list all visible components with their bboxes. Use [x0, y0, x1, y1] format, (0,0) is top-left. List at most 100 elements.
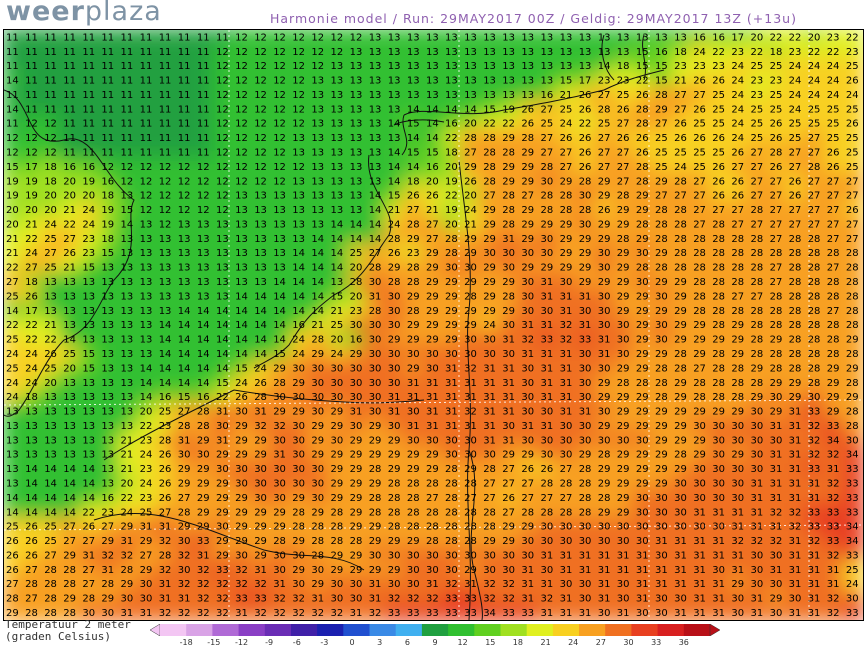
- temperature-value: 13: [82, 277, 95, 288]
- temperature-value: 11: [6, 61, 19, 72]
- temperature-value: 31: [560, 594, 573, 605]
- temperature-value: 29: [693, 407, 706, 418]
- temperature-value: 29: [560, 220, 573, 231]
- temperature-value: 25: [846, 565, 859, 576]
- temperature-value: 11: [178, 104, 191, 115]
- temperature-value: 32: [216, 608, 229, 619]
- temperature-value: 31: [655, 579, 668, 590]
- temperature-value: 27: [502, 479, 515, 490]
- temperature-value: 30: [521, 363, 534, 374]
- temperature-value: 28: [521, 507, 534, 518]
- temperature-value: 29: [350, 550, 363, 561]
- temperature-value: 29: [445, 291, 458, 302]
- temperature-value: 29: [827, 407, 840, 418]
- temperature-value: 29: [483, 205, 496, 216]
- temperature-value: 30: [751, 450, 764, 461]
- temperature-value: 28: [598, 104, 611, 115]
- temperature-value: 25: [751, 133, 764, 144]
- temperature-value: 29: [502, 536, 515, 547]
- temperature-value: 12: [331, 32, 344, 43]
- temperature-value: 31: [636, 565, 649, 576]
- temperature-value: 30: [712, 435, 725, 446]
- temperature-value: 11: [197, 32, 210, 43]
- temperature-value: 22: [445, 133, 458, 144]
- temperature-value: 12: [44, 133, 57, 144]
- temperature-value: 28: [751, 320, 764, 331]
- temperature-value: 27: [846, 191, 859, 202]
- temperature-value: 33: [426, 608, 439, 619]
- temperature-value: 29: [617, 392, 630, 403]
- temperature-value: 27: [693, 205, 706, 216]
- temperature-value: 27: [541, 148, 554, 159]
- temperature-value: 13: [6, 407, 19, 418]
- temperature-value: 29: [350, 450, 363, 461]
- temperature-value: 31: [541, 378, 554, 389]
- temperature-value: 31: [617, 550, 630, 561]
- scale-tick-label: 33: [651, 638, 662, 647]
- temperature-value: 30: [560, 277, 573, 288]
- temperature-value: 29: [502, 133, 515, 144]
- temperature-value: 13: [140, 277, 153, 288]
- temperature-value: 29: [674, 378, 687, 389]
- temperature-value: 24: [6, 378, 19, 389]
- temperature-value: 12: [101, 162, 114, 173]
- temperature-value: 30: [560, 522, 573, 533]
- temperature-value: 31: [541, 550, 554, 561]
- temperature-value: 12: [254, 32, 267, 43]
- temperature-value: 26: [159, 450, 172, 461]
- temperature-value: 14: [159, 349, 172, 360]
- temperature-value: 14: [178, 349, 191, 360]
- temperature-value: 11: [25, 90, 38, 101]
- temperature-value: 28: [674, 234, 687, 245]
- temperature-value: 12: [235, 176, 248, 187]
- temperature-value: 13: [331, 119, 344, 130]
- temperature-value: 30: [292, 363, 305, 374]
- temperature-value: 14: [6, 104, 19, 115]
- temperature-value: 29: [598, 479, 611, 490]
- temperature-value: 28: [789, 306, 802, 317]
- scale-tick-label: -12: [234, 638, 249, 647]
- temperature-value: 14: [445, 104, 458, 115]
- temperature-value: 13: [101, 335, 114, 346]
- temperature-value: 30: [311, 407, 324, 418]
- temperature-value: 24: [674, 162, 687, 173]
- temperature-value: 30: [541, 522, 554, 533]
- scale-tick-label: -3: [320, 638, 329, 647]
- temperature-value: 30: [731, 464, 744, 475]
- temperature-value: 27: [25, 263, 38, 274]
- temperature-value: 32: [731, 536, 744, 547]
- temperature-value: 26: [159, 464, 172, 475]
- temperature-value: 12: [159, 220, 172, 231]
- temperature-value: 28: [44, 565, 57, 576]
- temperature-value: 28: [369, 306, 382, 317]
- temperature-value: 32: [292, 594, 305, 605]
- temperature-value: 31: [636, 550, 649, 561]
- temperature-value: 28: [751, 205, 764, 216]
- temperature-value: 30: [369, 392, 382, 403]
- temperature-value: 14: [388, 119, 401, 130]
- temperature-value: 26: [521, 464, 534, 475]
- temperature-value: 13: [560, 32, 573, 43]
- temperature-value: 11: [44, 76, 57, 87]
- temperature-value: 14: [216, 349, 229, 360]
- temperature-value: 13: [63, 407, 76, 418]
- temperature-value: 29: [636, 234, 649, 245]
- temperature-value: 20: [63, 363, 76, 374]
- temperature-value: 27: [483, 479, 496, 490]
- temperature-value: 28: [712, 320, 725, 331]
- temperature-value: 14: [159, 335, 172, 346]
- temperature-value: 13: [521, 90, 534, 101]
- temperature-value: 30: [331, 435, 344, 446]
- temperature-value: 32: [483, 579, 496, 590]
- temperature-value: 29: [521, 450, 534, 461]
- temperature-value: 33: [235, 594, 248, 605]
- temperature-value: 13: [369, 47, 382, 58]
- temperature-map[interactable]: 11 11 11 11 11 11 11 11 11 11 11 11 12 12 12 12 12 12 12 13…: [3, 29, 864, 621]
- temperature-value: 24: [789, 90, 802, 101]
- temperature-value: 21: [63, 263, 76, 274]
- temperature-value: 13: [655, 32, 668, 43]
- temperature-value: 31: [483, 378, 496, 389]
- temperature-value: 29: [655, 306, 668, 317]
- temperature-value: 28: [789, 320, 802, 331]
- temperature-value: 26: [712, 76, 725, 87]
